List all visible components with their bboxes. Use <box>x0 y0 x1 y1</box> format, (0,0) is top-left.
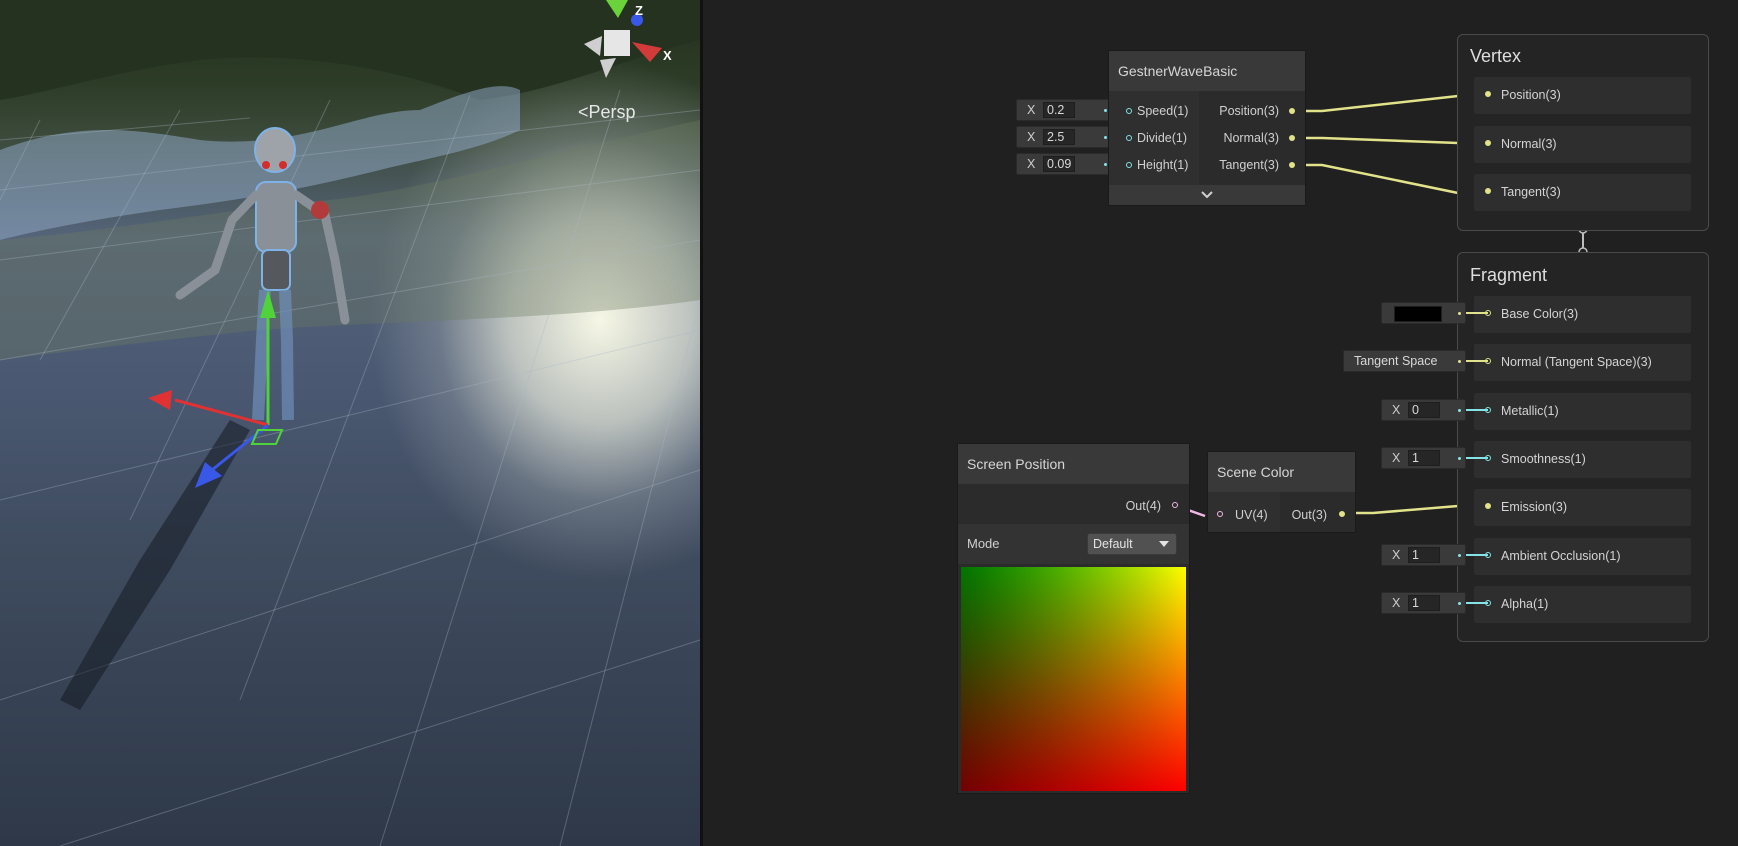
position-output-port[interactable] <box>1289 108 1295 114</box>
wire-tangent <box>1292 163 1459 195</box>
height-field-dot <box>1104 163 1107 166</box>
emission-port[interactable] <box>1485 503 1491 509</box>
height-input-label: Height(1) <box>1137 158 1189 172</box>
speed-input-field[interactable]: X 0.2 <box>1016 99 1111 121</box>
vertex-tangent-label: Tangent(3) <box>1501 185 1561 199</box>
scene-canvas <box>0 0 700 846</box>
speed-x-label: X <box>1027 103 1036 117</box>
wire-normal <box>1292 136 1459 145</box>
vertex-position-block[interactable]: Position(3) <box>1474 77 1691 114</box>
uv-input-port[interactable] <box>1217 511 1223 517</box>
mode-dropdown-value: Default <box>1093 537 1133 551</box>
ambient-occlusion-value[interactable]: 1 <box>1408 547 1440 563</box>
emission-label: Emission(3) <box>1501 500 1567 514</box>
position-output-label: Position(3) <box>1219 104 1279 118</box>
gizmo-z-label: Z <box>635 3 643 18</box>
speed-value[interactable]: 0.2 <box>1043 102 1075 118</box>
normal-ts-label: Normal (Tangent Space)(3) <box>1501 355 1652 369</box>
scene-color-out-label: Out(3) <box>1291 508 1327 522</box>
vertex-position-port[interactable] <box>1485 91 1491 97</box>
height-input-port[interactable] <box>1126 162 1132 168</box>
ambient-occlusion-field[interactable]: X 1 <box>1381 544 1466 566</box>
vertex-context[interactable]: Vertex Position(3) Normal(3) Tangent(3) <box>1457 34 1709 231</box>
camera-projection-toggle[interactable]: <Persp <box>578 102 636 123</box>
vertex-normal-label: Normal(3) <box>1501 137 1557 151</box>
base-color-field[interactable] <box>1381 302 1466 324</box>
normal-ts-block[interactable]: Normal (Tangent Space)(3) <box>1474 344 1691 381</box>
tangent-output-label: Tangent(3) <box>1219 158 1279 172</box>
node-expand-toggle[interactable] <box>1109 185 1305 205</box>
ambient-occlusion-block[interactable]: Ambient Occlusion(1) <box>1474 538 1691 575</box>
screen-position-out-label: Out(4) <box>1125 499 1161 513</box>
base-color-block[interactable]: Base Color(3) <box>1474 296 1691 333</box>
shader-graph-canvas[interactable]: X 0.2 X 2.5 X 0.09 GestnerWaveBasic Spee… <box>703 0 1738 846</box>
divide-x-label: X <box>1027 130 1036 144</box>
gizmo-x-label: X <box>663 48 672 63</box>
metallic-field[interactable]: X 0 <box>1381 399 1466 421</box>
screen-position-preview <box>961 567 1186 791</box>
height-input-field[interactable]: X 0.09 <box>1016 153 1111 175</box>
tangent-output-port[interactable] <box>1289 162 1295 168</box>
screen-position-out-port[interactable] <box>1172 502 1178 508</box>
normal-space-field[interactable]: Tangent Space <box>1343 350 1466 372</box>
normal-space-label: Tangent Space <box>1354 354 1438 368</box>
screen-position-title[interactable]: Screen Position <box>958 444 1189 484</box>
metallic-label: Metallic(1) <box>1501 404 1559 418</box>
scene-color-node[interactable]: Scene Color UV(4) Out(3) <box>1207 451 1356 533</box>
vertex-tangent-block[interactable]: Tangent(3) <box>1474 174 1691 211</box>
smoothness-field[interactable]: X 1 <box>1381 447 1466 469</box>
alpha-field[interactable]: X 1 <box>1381 592 1466 614</box>
alpha-block[interactable]: Alpha(1) <box>1474 586 1691 623</box>
vertex-normal-block[interactable]: Normal(3) <box>1474 126 1691 163</box>
metallic-x-label: X <box>1392 403 1401 417</box>
divide-field-dot <box>1104 136 1107 139</box>
wire-position <box>1292 94 1459 113</box>
divide-input-field[interactable]: X 2.5 <box>1016 126 1111 148</box>
base-color-label: Base Color(3) <box>1501 307 1579 321</box>
vertex-position-label: Position(3) <box>1501 88 1561 102</box>
mode-label: Mode <box>967 536 1000 551</box>
smoothness-x-label: X <box>1392 451 1401 465</box>
chevron-left-icon: < <box>578 102 589 122</box>
alpha-x-label: X <box>1392 596 1401 610</box>
mode-dropdown[interactable]: Default <box>1087 533 1177 555</box>
ambient-occlusion-label: Ambient Occlusion(1) <box>1501 549 1621 563</box>
alpha-label: Alpha(1) <box>1501 597 1549 611</box>
divide-input-label: Divide(1) <box>1137 131 1188 145</box>
speed-input-port[interactable] <box>1126 108 1132 114</box>
smoothness-block[interactable]: Smoothness(1) <box>1474 441 1691 478</box>
gestner-wave-basic-node[interactable]: GestnerWaveBasic Speed(1) Divide(1) Heig… <box>1108 50 1306 206</box>
screen-position-node[interactable]: Screen Position Out(4) Mode Default <box>957 443 1190 794</box>
camera-projection-label: Persp <box>588 102 636 122</box>
chevron-down-icon <box>1201 191 1213 199</box>
base-color-swatch[interactable] <box>1394 306 1442 322</box>
speed-input-label: Speed(1) <box>1137 104 1189 118</box>
gestner-node-title[interactable]: GestnerWaveBasic <box>1109 51 1305 91</box>
fragment-context[interactable]: Fragment Base Color(3) Normal (Tangent S… <box>1457 252 1709 642</box>
speed-field-dot <box>1104 109 1107 112</box>
height-x-label: X <box>1027 157 1036 171</box>
metallic-block[interactable]: Metallic(1) <box>1474 393 1691 430</box>
vertex-normal-port[interactable] <box>1485 140 1491 146</box>
scene-color-out-port[interactable] <box>1339 511 1345 517</box>
divide-input-port[interactable] <box>1126 135 1132 141</box>
normal-output-label: Normal(3) <box>1223 131 1279 145</box>
vertex-title: Vertex <box>1470 46 1522 66</box>
vertex-tangent-port[interactable] <box>1485 188 1491 194</box>
height-value[interactable]: 0.09 <box>1043 156 1075 172</box>
smoothness-value[interactable]: 1 <box>1408 450 1440 466</box>
normal-output-port[interactable] <box>1289 135 1295 141</box>
dropdown-arrow-icon <box>1159 541 1169 547</box>
uv-input-label: UV(4) <box>1235 508 1268 522</box>
metallic-value[interactable]: 0 <box>1408 402 1440 418</box>
scene-view[interactable]: Z X <Persp <box>0 0 700 846</box>
wire-emission <box>1343 504 1459 515</box>
fragment-title: Fragment <box>1470 265 1548 285</box>
scene-color-title[interactable]: Scene Color <box>1208 452 1355 492</box>
divide-value[interactable]: 2.5 <box>1043 129 1075 145</box>
smoothness-label: Smoothness(1) <box>1501 452 1586 466</box>
emission-block[interactable]: Emission(3) <box>1474 489 1691 526</box>
ambient-occlusion-x-label: X <box>1392 548 1401 562</box>
alpha-value[interactable]: 1 <box>1408 595 1440 611</box>
